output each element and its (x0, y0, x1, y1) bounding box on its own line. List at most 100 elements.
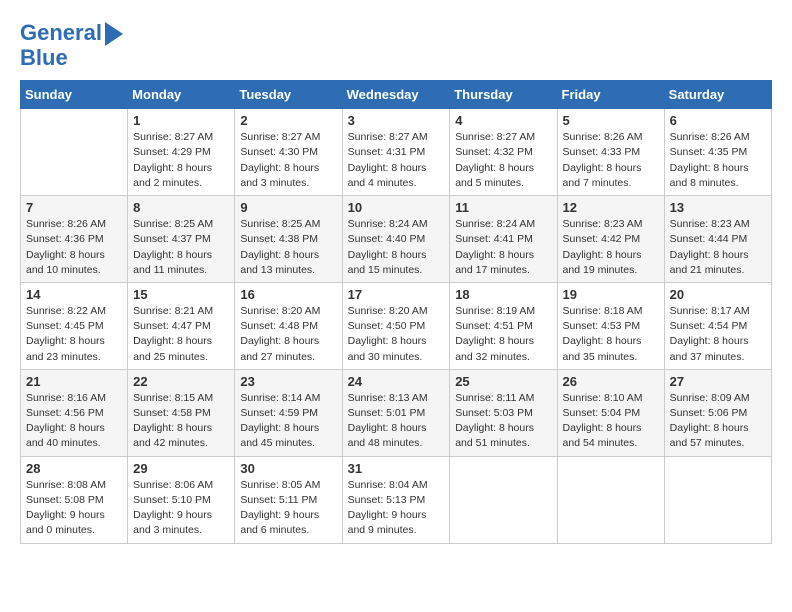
day-info: Sunrise: 8:27 AM Sunset: 4:32 PM Dayligh… (455, 130, 551, 191)
day-info: Sunrise: 8:08 AM Sunset: 5:08 PM Dayligh… (26, 478, 122, 539)
calendar-cell: 14 Sunrise: 8:22 AM Sunset: 4:45 PM Dayli… (21, 282, 128, 369)
day-info: Sunrise: 8:17 AM Sunset: 4:54 PM Dayligh… (670, 304, 766, 365)
calendar-cell: 25 Sunrise: 8:11 AM Sunset: 5:03 PM Dayli… (450, 369, 557, 456)
day-number: 17 (348, 287, 445, 302)
weekday-header-wednesday: Wednesday (342, 81, 450, 109)
calendar-cell: 7 Sunrise: 8:26 AM Sunset: 4:36 PM Daylig… (21, 196, 128, 283)
day-number: 31 (348, 461, 445, 476)
week-row-4: 21 Sunrise: 8:16 AM Sunset: 4:56 PM Dayli… (21, 369, 772, 456)
calendar-cell: 9 Sunrise: 8:25 AM Sunset: 4:38 PM Daylig… (235, 196, 342, 283)
logo-text: General (20, 21, 102, 45)
day-info: Sunrise: 8:14 AM Sunset: 4:59 PM Dayligh… (240, 391, 336, 452)
day-number: 7 (26, 200, 122, 215)
day-info: Sunrise: 8:04 AM Sunset: 5:13 PM Dayligh… (348, 478, 445, 539)
calendar-cell: 4 Sunrise: 8:27 AM Sunset: 4:32 PM Daylig… (450, 109, 557, 196)
day-number: 28 (26, 461, 122, 476)
day-number: 11 (455, 200, 551, 215)
day-info: Sunrise: 8:25 AM Sunset: 4:38 PM Dayligh… (240, 217, 336, 278)
day-info: Sunrise: 8:23 AM Sunset: 4:44 PM Dayligh… (670, 217, 766, 278)
day-info: Sunrise: 8:23 AM Sunset: 4:42 PM Dayligh… (563, 217, 659, 278)
day-info: Sunrise: 8:24 AM Sunset: 4:40 PM Dayligh… (348, 217, 445, 278)
day-info: Sunrise: 8:20 AM Sunset: 4:48 PM Dayligh… (240, 304, 336, 365)
day-info: Sunrise: 8:26 AM Sunset: 4:33 PM Dayligh… (563, 130, 659, 191)
day-number: 27 (670, 374, 766, 389)
week-row-2: 7 Sunrise: 8:26 AM Sunset: 4:36 PM Daylig… (21, 196, 772, 283)
weekday-header-saturday: Saturday (664, 81, 771, 109)
day-info: Sunrise: 8:22 AM Sunset: 4:45 PM Dayligh… (26, 304, 122, 365)
day-info: Sunrise: 8:19 AM Sunset: 4:51 PM Dayligh… (455, 304, 551, 365)
day-number: 20 (670, 287, 766, 302)
day-info: Sunrise: 8:27 AM Sunset: 4:31 PM Dayligh… (348, 130, 445, 191)
day-number: 12 (563, 200, 659, 215)
calendar-cell: 5Sunrise: 8:26 AM Sunset: 4:33 PM Daylig… (557, 109, 664, 196)
day-info: Sunrise: 8:16 AM Sunset: 4:56 PM Dayligh… (26, 391, 122, 452)
day-number: 2 (240, 113, 336, 128)
day-number: 18 (455, 287, 551, 302)
day-number: 4 (455, 113, 551, 128)
day-info: Sunrise: 8:13 AM Sunset: 5:01 PM Dayligh… (348, 391, 445, 452)
day-number: 16 (240, 287, 336, 302)
day-number: 13 (670, 200, 766, 215)
calendar-cell: 24 Sunrise: 8:13 AM Sunset: 5:01 PM Dayli… (342, 369, 450, 456)
calendar-cell: 13 Sunrise: 8:23 AM Sunset: 4:44 PM Dayli… (664, 196, 771, 283)
calendar-cell: 20 Sunrise: 8:17 AM Sunset: 4:54 PM Dayli… (664, 282, 771, 369)
day-number: 8 (133, 200, 229, 215)
week-row-3: 14 Sunrise: 8:22 AM Sunset: 4:45 PM Dayli… (21, 282, 772, 369)
weekday-header-row: SundayMondayTuesdayWednesdayThursdayFrid… (21, 81, 772, 109)
calendar-cell (21, 109, 128, 196)
day-number: 30 (240, 461, 336, 476)
calendar-cell: 27 Sunrise: 8:09 AM Sunset: 5:06 PM Dayli… (664, 369, 771, 456)
calendar-cell: 3Sunrise: 8:27 AM Sunset: 4:31 PM Daylig… (342, 109, 450, 196)
weekday-header-tuesday: Tuesday (235, 81, 342, 109)
day-number: 1 (133, 113, 229, 128)
calendar-cell (450, 456, 557, 543)
day-info: Sunrise: 8:06 AM Sunset: 5:10 PM Dayligh… (133, 478, 229, 539)
day-number: 21 (26, 374, 122, 389)
calendar-cell: 17 Sunrise: 8:20 AM Sunset: 4:50 PM Dayli… (342, 282, 450, 369)
logo: General Blue (20, 20, 123, 70)
day-info: Sunrise: 8:25 AM Sunset: 4:37 PM Dayligh… (133, 217, 229, 278)
week-row-5: 28 Sunrise: 8:08 AM Sunset: 5:08 PM Dayli… (21, 456, 772, 543)
calendar-cell: 6Sunrise: 8:26 AM Sunset: 4:35 PM Daylig… (664, 109, 771, 196)
calendar-cell: 16 Sunrise: 8:20 AM Sunset: 4:48 PM Dayli… (235, 282, 342, 369)
page-header: General Blue (20, 20, 772, 70)
day-info: Sunrise: 8:18 AM Sunset: 4:53 PM Dayligh… (563, 304, 659, 365)
calendar-cell (664, 456, 771, 543)
logo-arrow-icon (105, 22, 123, 46)
calendar-cell: 30 Sunrise: 8:05 AM Sunset: 5:11 PM Dayli… (235, 456, 342, 543)
calendar-cell: 31 Sunrise: 8:04 AM Sunset: 5:13 PM Dayli… (342, 456, 450, 543)
day-number: 24 (348, 374, 445, 389)
day-number: 9 (240, 200, 336, 215)
calendar-cell: 10 Sunrise: 8:24 AM Sunset: 4:40 PM Dayli… (342, 196, 450, 283)
calendar-table: SundayMondayTuesdayWednesdayThursdayFrid… (20, 80, 772, 543)
calendar-cell: 23 Sunrise: 8:14 AM Sunset: 4:59 PM Dayli… (235, 369, 342, 456)
day-number: 25 (455, 374, 551, 389)
day-info: Sunrise: 8:15 AM Sunset: 4:58 PM Dayligh… (133, 391, 229, 452)
calendar-cell: 18 Sunrise: 8:19 AM Sunset: 4:51 PM Dayli… (450, 282, 557, 369)
weekday-header-monday: Monday (128, 81, 235, 109)
logo-blue-text: Blue (20, 46, 68, 70)
calendar-cell: 2Sunrise: 8:27 AM Sunset: 4:30 PM Daylig… (235, 109, 342, 196)
calendar-cell: 12 Sunrise: 8:23 AM Sunset: 4:42 PM Dayli… (557, 196, 664, 283)
calendar-cell: 15Sunrise: 8:21 AM Sunset: 4:47 PM Dayli… (128, 282, 235, 369)
day-info: Sunrise: 8:05 AM Sunset: 5:11 PM Dayligh… (240, 478, 336, 539)
calendar-cell: 29 Sunrise: 8:06 AM Sunset: 5:10 PM Dayli… (128, 456, 235, 543)
day-info: Sunrise: 8:20 AM Sunset: 4:50 PM Dayligh… (348, 304, 445, 365)
calendar-cell: 19Sunrise: 8:18 AM Sunset: 4:53 PM Dayli… (557, 282, 664, 369)
weekday-header-sunday: Sunday (21, 81, 128, 109)
day-info: Sunrise: 8:11 AM Sunset: 5:03 PM Dayligh… (455, 391, 551, 452)
day-number: 29 (133, 461, 229, 476)
calendar-cell: 26Sunrise: 8:10 AM Sunset: 5:04 PM Dayli… (557, 369, 664, 456)
day-number: 22 (133, 374, 229, 389)
calendar-cell: 8 Sunrise: 8:25 AM Sunset: 4:37 PM Daylig… (128, 196, 235, 283)
day-info: Sunrise: 8:09 AM Sunset: 5:06 PM Dayligh… (670, 391, 766, 452)
weekday-header-friday: Friday (557, 81, 664, 109)
day-number: 26 (563, 374, 659, 389)
day-number: 15 (133, 287, 229, 302)
calendar-cell (557, 456, 664, 543)
day-number: 14 (26, 287, 122, 302)
calendar-cell: 11Sunrise: 8:24 AM Sunset: 4:41 PM Dayli… (450, 196, 557, 283)
day-info: Sunrise: 8:26 AM Sunset: 4:36 PM Dayligh… (26, 217, 122, 278)
day-number: 23 (240, 374, 336, 389)
day-number: 10 (348, 200, 445, 215)
